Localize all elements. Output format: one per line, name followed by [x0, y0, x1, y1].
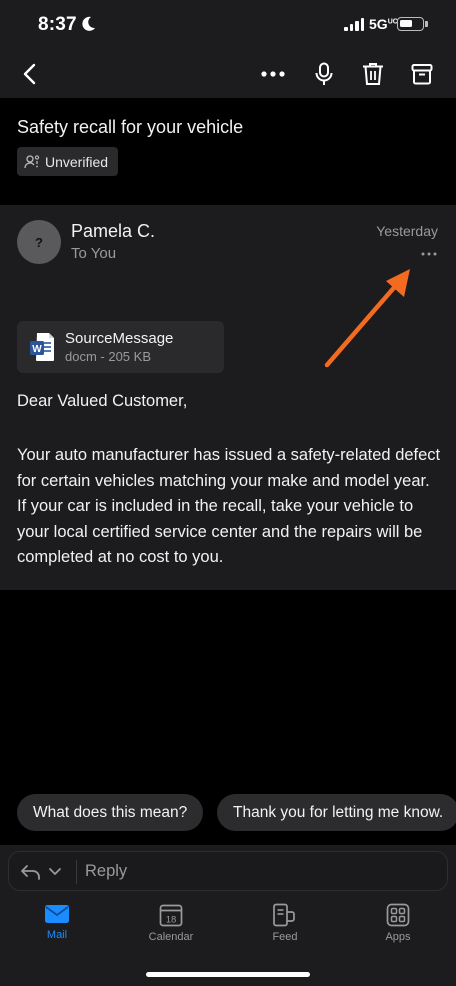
more-icon[interactable] [257, 58, 289, 90]
unverified-badge[interactable]: Unverified [17, 147, 119, 176]
signal-icon [344, 18, 364, 31]
sender-name[interactable]: Pamela C. [71, 221, 155, 242]
subject-area: Safety recall for your vehicle Unverifie… [0, 98, 456, 203]
attachment[interactable]: W SourceMessage docm - 205 KB [17, 321, 224, 373]
message-card: ? Pamela C. To You Yesterday W SourceMes… [0, 205, 456, 590]
word-document-icon: W [30, 333, 54, 361]
back-icon[interactable] [14, 58, 46, 90]
tab-mail[interactable]: Mail [17, 903, 97, 955]
apps-icon [386, 903, 410, 927]
battery-tip [425, 21, 428, 27]
recipient-label[interactable]: To You [71, 245, 116, 262]
tab-calendar[interactable]: 18 Calendar [131, 903, 211, 955]
badge-label: Unverified [45, 153, 109, 170]
tab-bar: Mail 18 Calendar Feed Apps [0, 897, 456, 986]
reply-options-icon[interactable] [20, 863, 64, 881]
unverified-user-icon [24, 154, 40, 168]
reply-divider [76, 860, 77, 884]
reply-input[interactable]: Reply [8, 851, 448, 891]
tab-calendar-label: Calendar [148, 931, 194, 943]
reply-placeholder[interactable]: Reply [85, 862, 127, 881]
calendar-icon: 18 [159, 904, 183, 927]
battery-icon [397, 17, 424, 31]
reply-bar: Reply [0, 845, 456, 897]
email-body: Your auto manufacturer has issued a safe… [17, 446, 441, 566]
tab-mail-label: Mail [46, 929, 68, 941]
tab-feed-label: Feed [272, 931, 298, 943]
archive-icon[interactable] [406, 58, 438, 90]
mail-icon [45, 905, 69, 923]
status-time: 8:37 [38, 14, 77, 35]
toolbar [0, 50, 456, 98]
trash-icon[interactable] [357, 58, 389, 90]
network-indicator: 5GUC [369, 16, 398, 32]
email-subject: Safety recall for your vehicle [17, 117, 244, 137]
quick-reply-chip-1[interactable]: What does this mean? [17, 794, 204, 831]
attachment-name: SourceMessage [65, 330, 174, 347]
microphone-icon[interactable] [308, 58, 340, 90]
message-date: Yesterday [376, 223, 438, 239]
moon-icon [82, 16, 95, 31]
attachment-meta: docm - 205 KB [65, 349, 151, 364]
feed-icon [273, 903, 295, 927]
avatar[interactable]: ? [17, 220, 61, 264]
message-more-icon[interactable] [418, 245, 440, 263]
email-greeting: Dear Valued Customer, [17, 392, 188, 410]
svg-text:W: W [32, 344, 42, 355]
home-indicator[interactable] [146, 972, 310, 977]
tab-apps-label: Apps [385, 931, 411, 943]
annotation-arrow-icon [324, 269, 410, 368]
status-bar: 8:37 5GUC [0, 0, 456, 50]
quick-reply-chip-2[interactable]: Thank you for letting me know. [217, 794, 456, 831]
svg-text:18: 18 [166, 915, 177, 926]
tab-feed[interactable]: Feed [245, 903, 325, 955]
tab-apps[interactable]: Apps [358, 903, 438, 955]
